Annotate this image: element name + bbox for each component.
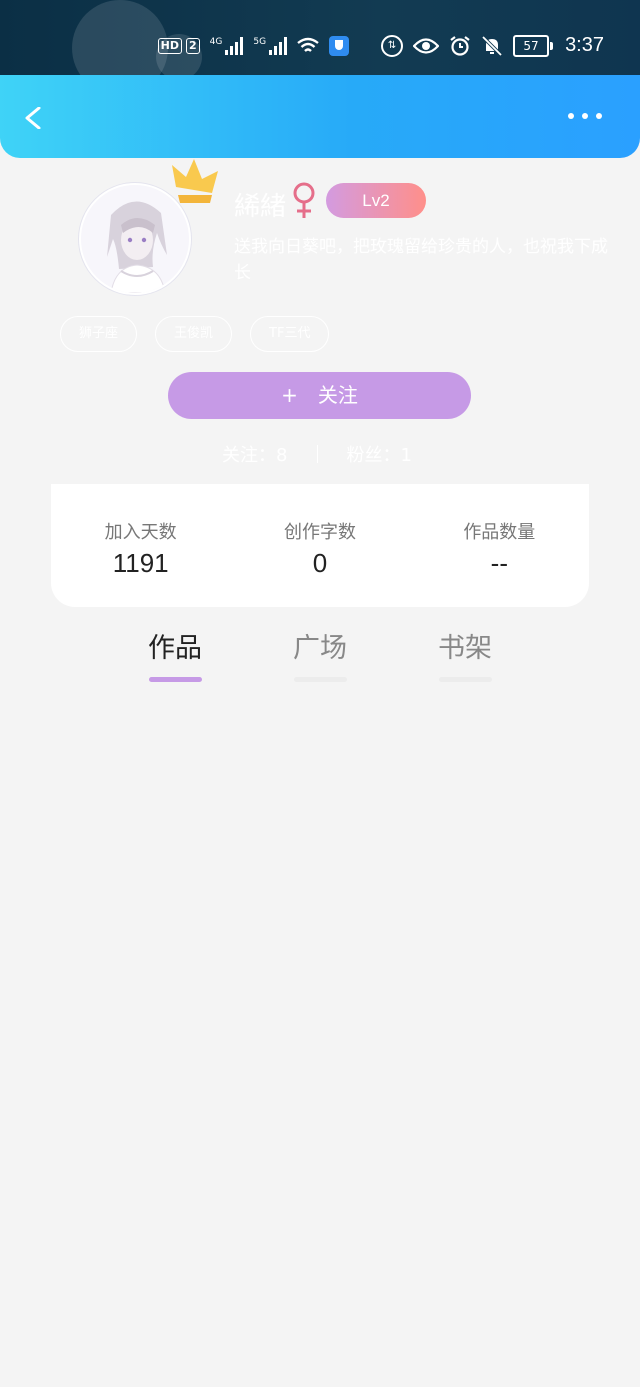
- data-saver-icon: ⇅: [381, 34, 404, 57]
- hd-icon: HD: [157, 37, 182, 54]
- stat-works-count: 作品数量 --: [410, 484, 589, 607]
- clock: 3:37: [565, 34, 604, 56]
- alarm-icon: [450, 35, 470, 56]
- tag-list: 狮子座 王俊凯 TF三代: [60, 316, 330, 352]
- stat-word-count: 创作字数 0: [230, 484, 409, 607]
- stats-card: 加入天数 1191 创作字数 0 作品数量 --: [51, 484, 589, 607]
- tab-works[interactable]: 作品: [130, 626, 220, 682]
- divider: [317, 445, 319, 463]
- stat-value: 0: [312, 548, 328, 578]
- fans-count[interactable]: 粉丝：1: [346, 441, 411, 467]
- decor-bubble: [72, 0, 168, 75]
- eye-icon: [413, 37, 440, 54]
- tag-chip[interactable]: 狮子座: [60, 316, 138, 352]
- tab-bookshelf[interactable]: 书架: [420, 626, 510, 682]
- follow-button[interactable]: + 关注: [168, 372, 471, 419]
- tab-label: 广场: [293, 633, 347, 664]
- tab-indicator: [293, 677, 347, 682]
- profile-header: [0, 75, 640, 158]
- follow-button-label: 关注: [317, 383, 358, 407]
- stat-label: 创作字数: [283, 522, 356, 543]
- following-count[interactable]: 关注：8: [222, 441, 287, 467]
- follow-stats: 关注：8 粉丝：1: [222, 441, 412, 467]
- username: 絺緒: [234, 192, 287, 222]
- stat-join-days: 加入天数 1191: [51, 484, 230, 607]
- mute-bell-icon: [481, 35, 503, 56]
- stat-value: --: [490, 548, 508, 578]
- battery-icon: 57: [513, 34, 554, 57]
- plus-icon: +: [281, 383, 298, 407]
- status-icons: HD 2 4G 5G ⇅ 57 3:37: [157, 34, 604, 57]
- signal-4g-icon: 4G: [210, 36, 244, 55]
- tab-indicator: [438, 677, 492, 682]
- wifi-icon: [297, 37, 319, 52]
- tab-label: 作品: [148, 633, 202, 664]
- stat-value: 1191: [112, 548, 169, 578]
- bio-text: 送我向日葵吧，把玫瑰留给珍贵的人，也祝我下成长: [234, 237, 608, 283]
- tag-chip[interactable]: 王俊凯: [155, 316, 233, 352]
- sim-icon: 2: [186, 37, 200, 54]
- female-gender-icon: [293, 182, 315, 218]
- back-arrow-icon[interactable]: [22, 107, 44, 129]
- tag-chip[interactable]: TF三代: [250, 316, 330, 352]
- crown-icon: [172, 159, 218, 203]
- more-options-icon[interactable]: [568, 113, 602, 119]
- level-badge: Lv2: [326, 183, 426, 218]
- tab-square[interactable]: 广场: [275, 626, 365, 682]
- shield-icon: [329, 35, 350, 56]
- stat-label: 作品数量: [463, 522, 536, 543]
- tab-label: 书架: [438, 633, 492, 664]
- tab-indicator: [148, 677, 202, 682]
- status-bar: HD 2 4G 5G ⇅ 57 3:37: [0, 0, 640, 75]
- signal-5g-icon: 5G: [253, 36, 288, 55]
- stat-label: 加入天数: [104, 522, 177, 543]
